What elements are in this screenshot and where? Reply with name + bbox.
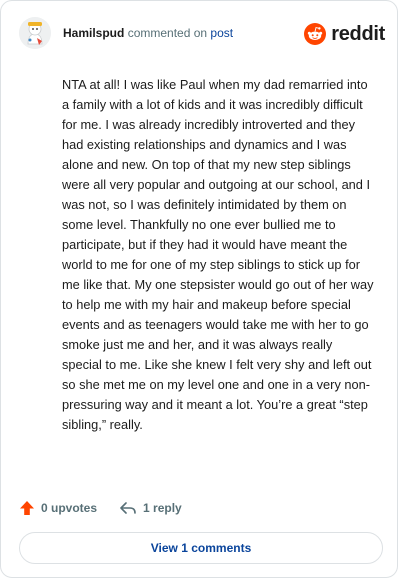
upvote-arrow-icon xyxy=(20,501,34,515)
upvote-button[interactable]: 0 upvotes xyxy=(19,500,97,516)
comment-body: NTA at all! I was like Paul when my dad … xyxy=(62,77,374,432)
view-comments-button[interactable]: View 1 comments xyxy=(19,532,383,564)
reply-arrow-icon xyxy=(120,502,136,514)
comment-byline: Hamilspud commented on post xyxy=(63,26,233,40)
reddit-snoo-icon xyxy=(304,23,327,45)
comment-header: Hamilspud commented on post reddit xyxy=(19,17,385,51)
comment-actions: 0 upvotes 1 reply xyxy=(19,497,182,519)
byline-action: commented on xyxy=(127,26,208,40)
reddit-logo[interactable]: reddit xyxy=(304,21,385,47)
view-comments-label: View 1 comments xyxy=(150,541,252,555)
avatar[interactable] xyxy=(19,17,51,49)
post-link[interactable]: post xyxy=(210,26,233,40)
comment-card: Hamilspud commented on post reddit NTA a… xyxy=(0,0,398,578)
upvote-count: 0 upvotes xyxy=(41,501,98,515)
reddit-wordmark: reddit xyxy=(331,22,385,45)
reply-button[interactable]: 1 reply xyxy=(119,500,182,516)
avatar-image xyxy=(19,17,51,49)
username[interactable]: Hamilspud xyxy=(63,26,124,40)
reply-count: 1 reply xyxy=(143,501,182,515)
